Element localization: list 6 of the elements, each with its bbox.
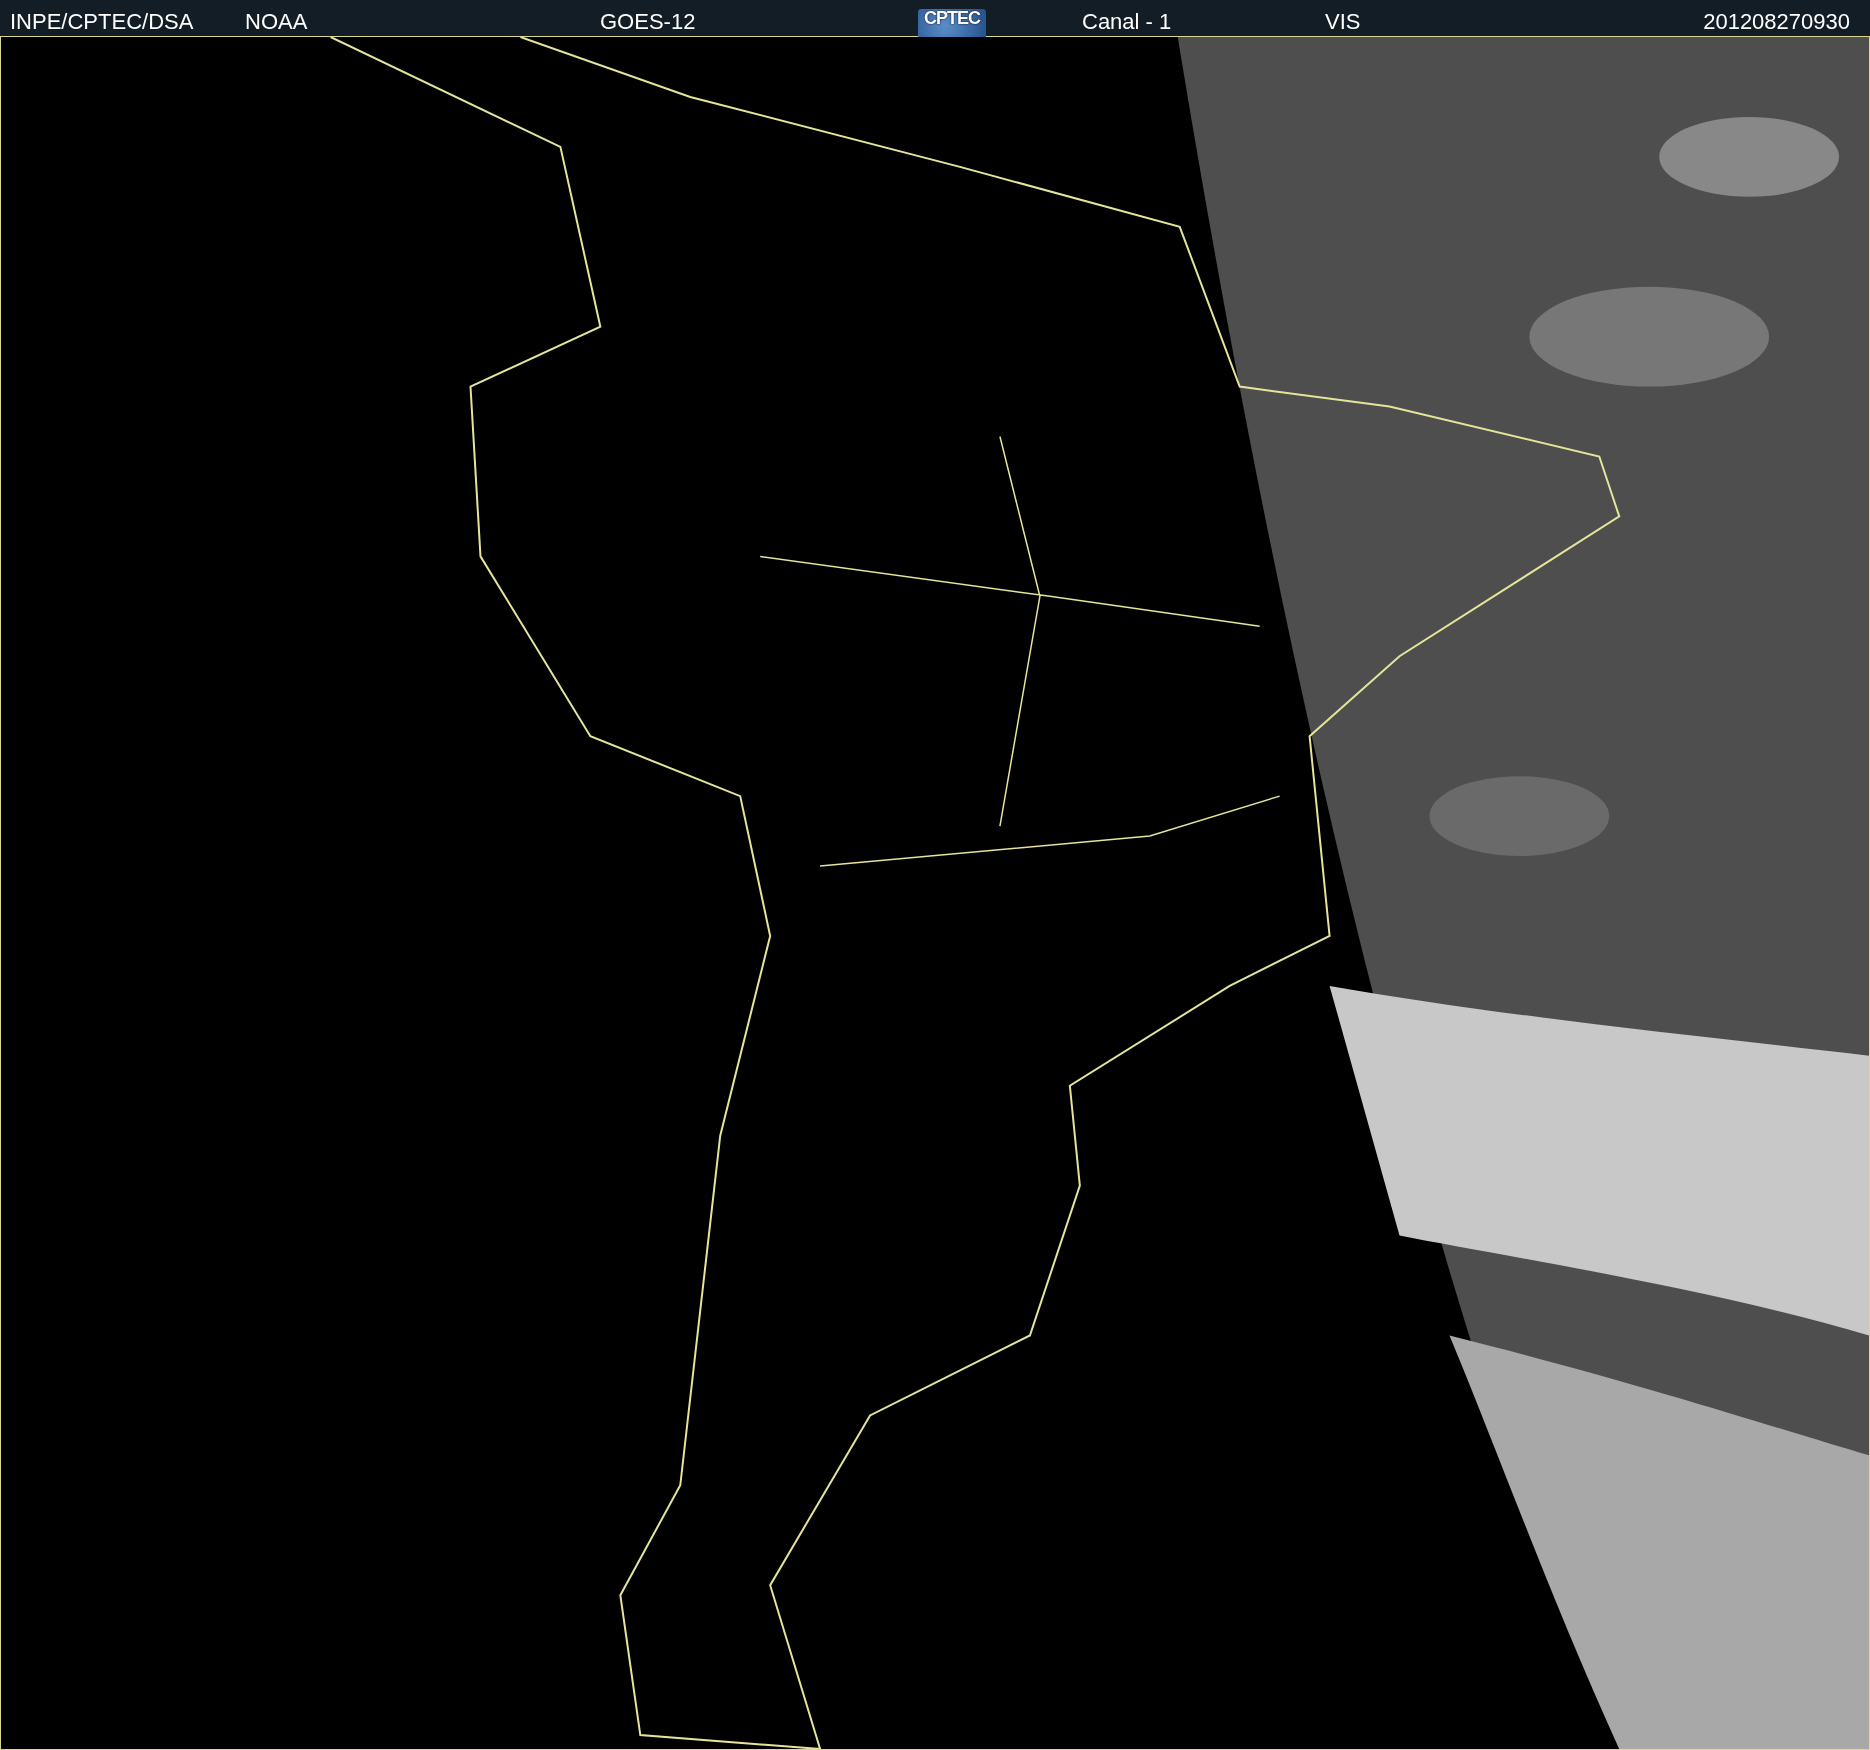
- timestamp: 201208270930: [1703, 10, 1850, 33]
- channel-label: Canal - 1: [1082, 10, 1173, 33]
- agency-label: NOAA: [245, 10, 309, 33]
- satellite-label: GOES-12: [600, 10, 697, 33]
- band-label: VIS: [1325, 10, 1362, 33]
- source-label: INPE/CPTEC/DSA: [10, 10, 195, 33]
